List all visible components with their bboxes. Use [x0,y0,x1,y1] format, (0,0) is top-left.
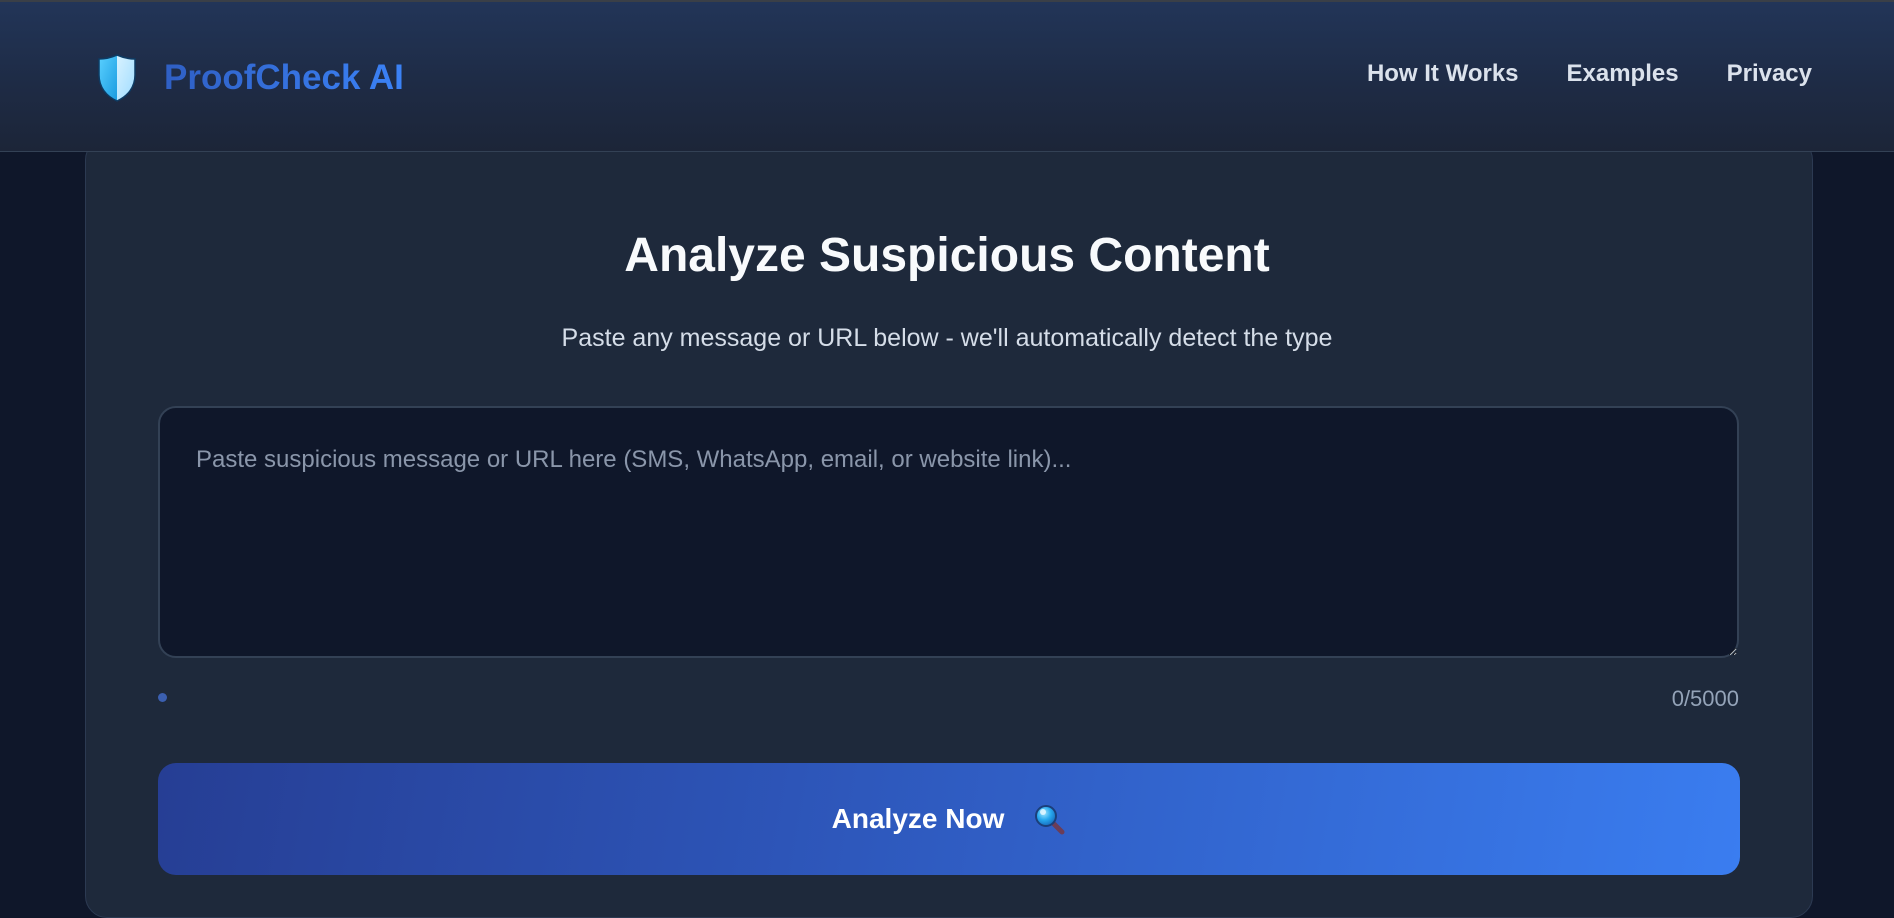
magnifier-icon [1035,805,1065,835]
nav-how-it-works[interactable]: How It Works [1367,60,1519,88]
brand-name: ProofCheck AI [164,58,404,97]
char-count: 0/5000 [1671,686,1739,711]
page-subtitle: Paste any message or URL below - we'll a… [561,324,1333,352]
main-nav: How It Works Examples Privacy [1367,60,1812,88]
nav-examples[interactable]: Examples [1567,60,1679,88]
page-title: Analyze Suspicious Content [624,229,1270,282]
type-detect-indicator [158,693,167,702]
nav-privacy[interactable]: Privacy [1727,60,1812,88]
analyze-button-label: Analyze Now [831,803,1005,834]
analyze-now-button[interactable]: Analyze Now [158,763,1740,875]
content-input[interactable] [158,406,1739,658]
shield-icon [98,54,136,102]
brand[interactable]: ProofCheck AI [96,52,404,104]
site-header: ProofCheck AI How It Works Examples Priv… [0,0,1894,152]
